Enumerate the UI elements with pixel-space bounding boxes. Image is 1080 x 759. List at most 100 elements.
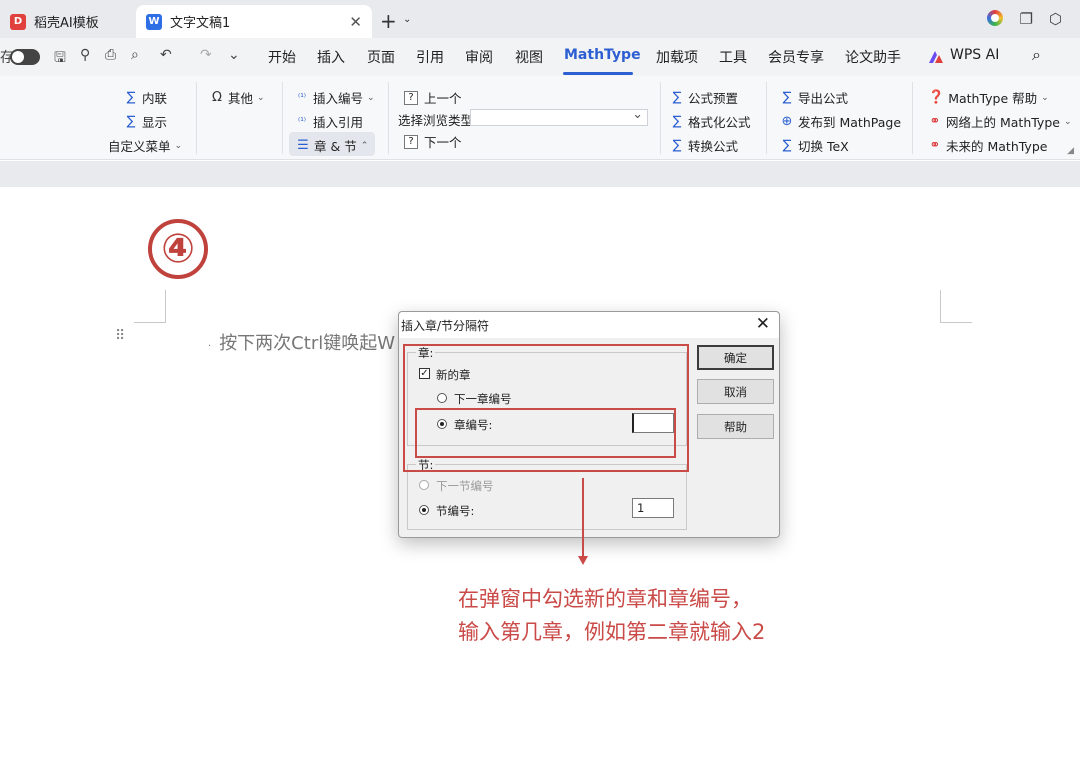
ribbon-separator [766, 82, 767, 154]
ruler-strip [0, 161, 1080, 187]
annotation-arrow [582, 478, 584, 558]
convert-formula-icon: ∑ [672, 138, 682, 153]
menu-wps-ai[interactable]: WPS AI [950, 47, 999, 63]
ribbon-separator [196, 82, 197, 154]
omega-icon: Ω [212, 90, 222, 105]
formula-preset-icon: ∑ [672, 90, 682, 105]
cube-icon[interactable]: ⬡ [1049, 10, 1062, 28]
chevron-down-icon: ⌄ [367, 92, 375, 103]
chevron-down-icon: ⌄ [1063, 116, 1072, 127]
autosave-toggle[interactable] [10, 49, 40, 65]
mathtype-help-dropdown[interactable]: ❓ MathType 帮助 ⌄ [928, 88, 1049, 107]
reference-icon: ⁽¹⁾ [297, 116, 307, 127]
section-group: 节: [407, 457, 687, 530]
sigma-display-icon: ∑ [126, 114, 136, 129]
browse-type-label: 选择浏览类型 [398, 113, 474, 128]
drag-handle-icon[interactable]: ⠿ [115, 329, 125, 343]
page-margin-mark [134, 290, 166, 323]
tab-label: 稻壳AI模板 [34, 16, 99, 31]
search-icon[interactable]: ⌕ [1032, 45, 1041, 65]
menu-review[interactable]: 审阅 [465, 47, 493, 67]
section-number-label: 节编号: [436, 504, 475, 518]
redo-icon[interactable]: ↷ [200, 47, 212, 63]
chevron-up-icon: ⌃ [360, 140, 369, 151]
help-button[interactable]: 帮助 [697, 414, 774, 439]
convert-formula-button[interactable]: ∑ 转换公式 [670, 136, 738, 155]
menu-tools[interactable]: 工具 [719, 47, 747, 67]
tex-icon: ∑ [782, 138, 792, 153]
page-margin-mark [940, 290, 972, 323]
other-dropdown[interactable]: Ω 其他 ⌄ [210, 88, 265, 107]
chevron-down-icon: ⌄ [1041, 92, 1049, 103]
format-formula-icon: ∑ [672, 114, 682, 129]
annotation-line-1: 在弹窗中勾选新的章和章编号， [458, 587, 752, 611]
tab-document[interactable]: W 文字文稿1 ✕ [136, 5, 372, 38]
next-section-number-radio[interactable] [419, 480, 429, 490]
menu-home[interactable]: 开始 [268, 47, 296, 67]
toggle-tex-button[interactable]: ∑ 切换 TeX [780, 136, 849, 155]
mathtype-future-button[interactable]: ⚭ 未来的 MathType [928, 136, 1048, 155]
export-formula-icon: ∑ [782, 90, 792, 105]
insert-number-dropdown[interactable]: ⁽¹⁾ 插入编号 ⌄ [295, 88, 375, 107]
new-tab-plus-icon[interactable]: + [380, 9, 397, 33]
wps-writer-icon: W [146, 13, 162, 30]
expand-ribbon-icon[interactable]: ◢ [1067, 146, 1074, 156]
globe-icon: ⊕ [781, 114, 793, 129]
menu-mathtype[interactable]: MathType [564, 47, 641, 63]
wps-ai-logo-icon [929, 51, 943, 63]
browse-type-select[interactable] [470, 107, 648, 126]
inline-button[interactable]: ∑ 内联 [124, 88, 167, 107]
chapter-section-dropdown[interactable]: ☰ 章 & 节 ⌃ [296, 136, 368, 155]
menu-view[interactable]: 视图 [515, 47, 543, 67]
previous-button[interactable]: ? 上一个 [404, 88, 462, 107]
custom-menu-dropdown[interactable]: 自定义菜单 ⌄ [108, 136, 182, 155]
ok-button[interactable]: 确定 [697, 345, 774, 370]
help-circle-icon: ❓ [928, 90, 945, 105]
menu-insert[interactable]: 插入 [317, 47, 345, 67]
menu-paper-assistant[interactable]: 论文助手 [845, 47, 901, 67]
chevron-down-icon[interactable]: ⌄ [403, 14, 411, 25]
undo-icon[interactable]: ↶ [160, 47, 172, 63]
print-icon[interactable]: ⎙ [105, 47, 116, 63]
close-tab-icon[interactable]: ✕ [349, 13, 362, 31]
arrow-down-icon [578, 556, 588, 565]
future-icon: ⚭ [929, 138, 941, 153]
tab-docer-templates[interactable]: D 稻壳AI模板 [0, 5, 130, 38]
next-button[interactable]: ? 下一个 [404, 132, 462, 151]
document-text: · 按下两次Ctrl键唤起W [208, 333, 396, 354]
ribbon-separator [388, 82, 389, 154]
print-preview-icon[interactable]: ⌕ [131, 47, 139, 63]
save-icon[interactable]: 🖫 [54, 47, 66, 71]
menu-references[interactable]: 引用 [416, 47, 444, 67]
annotation-line-2: 输入第几章，例如第二章就输入2 [458, 620, 766, 644]
menu-bar: 存 🖫 ⚲ ⎙ ⌕ ↶ ↷ ⌄ 开始 插入 页面 引用 审阅 视图 MathTy… [0, 38, 1080, 76]
share-icon[interactable]: ⚲ [80, 47, 90, 63]
close-icon[interactable]: ✕ [756, 314, 770, 334]
section-number-input[interactable]: 1 [632, 498, 674, 518]
menu-addins[interactable]: 加载项 [656, 47, 698, 67]
display-button[interactable]: ∑ 显示 [124, 112, 167, 131]
dialog-title-bar: 插入章/节分隔符 ✕ [399, 312, 779, 338]
format-formula-button[interactable]: ∑ 格式化公式 [670, 112, 751, 131]
mathtype-online-dropdown[interactable]: ⚭ 网络上的 MathType ⌄ [928, 112, 1072, 131]
question-box-icon: ? [404, 90, 418, 105]
chevron-down-icon: ⌄ [257, 92, 265, 103]
ribbon-separator [282, 82, 283, 154]
highlight-chapter-number [415, 408, 676, 458]
question-box-icon: ? [404, 134, 418, 149]
window-restore-icon[interactable]: ❐ [1019, 10, 1032, 28]
ai-assistant-icon[interactable] [987, 10, 1004, 26]
insert-reference-button[interactable]: ⁽¹⁾ 插入引用 [295, 112, 363, 131]
chevron-down-icon[interactable]: ⌄ [228, 47, 240, 63]
publish-mathpage-button[interactable]: ⊕ 发布到 MathPage [780, 112, 901, 131]
ribbon-separator [912, 82, 913, 154]
section-number-radio[interactable] [419, 505, 429, 515]
menu-member[interactable]: 会员专享 [768, 47, 824, 67]
step-number-marker: ④ [148, 219, 208, 279]
next-section-number-label: 下一节编号 [436, 479, 494, 493]
cancel-button[interactable]: 取消 [697, 379, 774, 404]
export-formula-button[interactable]: ∑ 导出公式 [780, 88, 848, 107]
chevron-down-icon: ⌄ [174, 140, 183, 151]
menu-page[interactable]: 页面 [367, 47, 395, 67]
formula-preset-button[interactable]: ∑ 公式预置 [670, 88, 738, 107]
